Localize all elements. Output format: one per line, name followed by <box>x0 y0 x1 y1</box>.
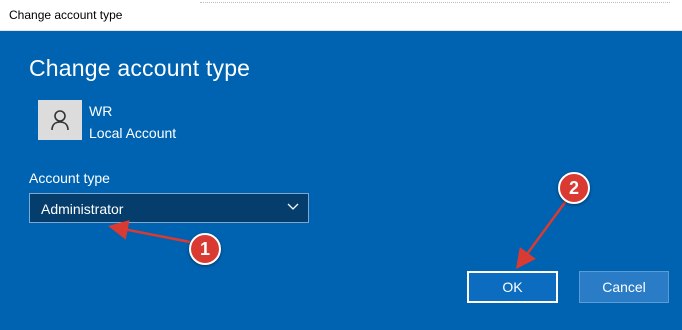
window-title: Change account type <box>9 8 123 22</box>
user-avatar <box>38 100 82 140</box>
user-account-kind: Local Account <box>89 125 177 141</box>
annotation-arrow-1 <box>108 220 191 244</box>
chevron-down-icon <box>287 203 299 210</box>
title-bar-divider <box>200 2 670 4</box>
account-type-dropdown[interactable]: Administrator <box>29 193 309 223</box>
cancel-button[interactable]: Cancel <box>579 271 669 303</box>
ok-button[interactable]: OK <box>467 271 558 303</box>
account-type-label: Account type <box>29 170 110 186</box>
user-name: WR <box>89 103 113 119</box>
step-1-callout: 1 <box>189 233 221 265</box>
account-type-selected-value: Administrator <box>41 201 124 217</box>
user-silhouette-icon <box>51 110 69 131</box>
title-bar: Change account type <box>0 0 682 31</box>
change-account-type-dialog: Change account type WR Local Account Acc… <box>0 31 682 330</box>
step-2-callout: 2 <box>558 172 590 204</box>
annotation-arrow-2 <box>516 200 568 270</box>
dialog-heading: Change account type <box>29 55 251 81</box>
